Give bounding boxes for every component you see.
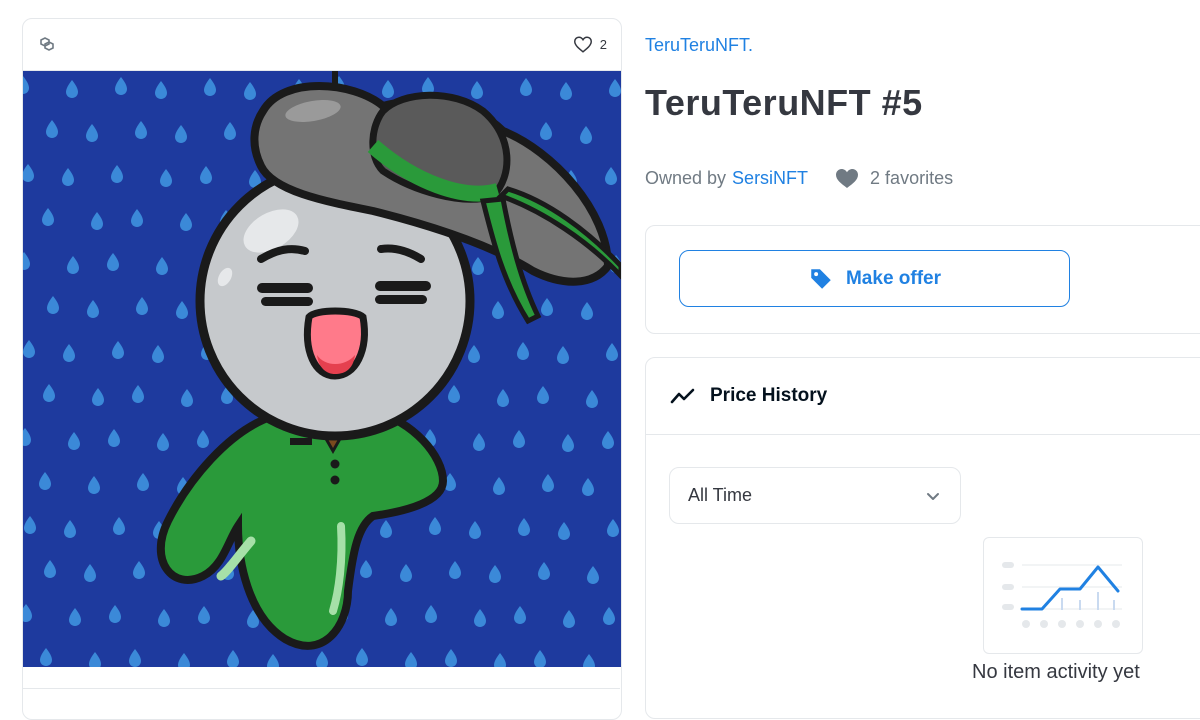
trending-line-icon (670, 388, 695, 404)
asset-title: TeruTeruNFT #5 (645, 82, 923, 123)
price-history-title: Price History (710, 385, 828, 406)
favorites-count[interactable]: 2 favorites (870, 168, 953, 189)
owner-row: Owned by SersiNFT 2 favorites (645, 166, 953, 190)
make-offer-button[interactable]: Make offer (679, 250, 1070, 307)
offer-panel: Make offer (645, 225, 1200, 334)
asset-media-card: 2 (22, 18, 622, 720)
chevron-down-icon (927, 492, 939, 500)
time-range-select[interactable]: All Time (669, 467, 961, 524)
collection-link[interactable]: TeruTeruNFT. (645, 35, 753, 56)
owned-by-label: Owned by (645, 167, 727, 188)
heart-filled-icon (836, 169, 859, 188)
asset-media-header: 2 (23, 19, 621, 71)
favorite-button[interactable]: 2 (572, 33, 607, 55)
owner-link[interactable]: SersiNFT (732, 168, 808, 189)
nft-image[interactable] (23, 71, 621, 667)
chart-placeholder-icon (1002, 562, 1122, 628)
empty-activity-text: No item activity yet (972, 661, 1140, 683)
empty-chart-illustration (983, 537, 1143, 654)
favorite-count: 2 (599, 36, 607, 52)
make-offer-label: Make offer (845, 267, 942, 289)
heart-outline-icon (573, 36, 592, 53)
price-history-header[interactable]: Price History (646, 358, 1200, 435)
time-range-value: All Time (688, 485, 753, 505)
price-history-panel: Price History All Time No item activity … (645, 357, 1200, 719)
card-divider (22, 688, 620, 689)
price-tag-icon (811, 268, 831, 289)
polygon-chain-icon (40, 37, 54, 51)
